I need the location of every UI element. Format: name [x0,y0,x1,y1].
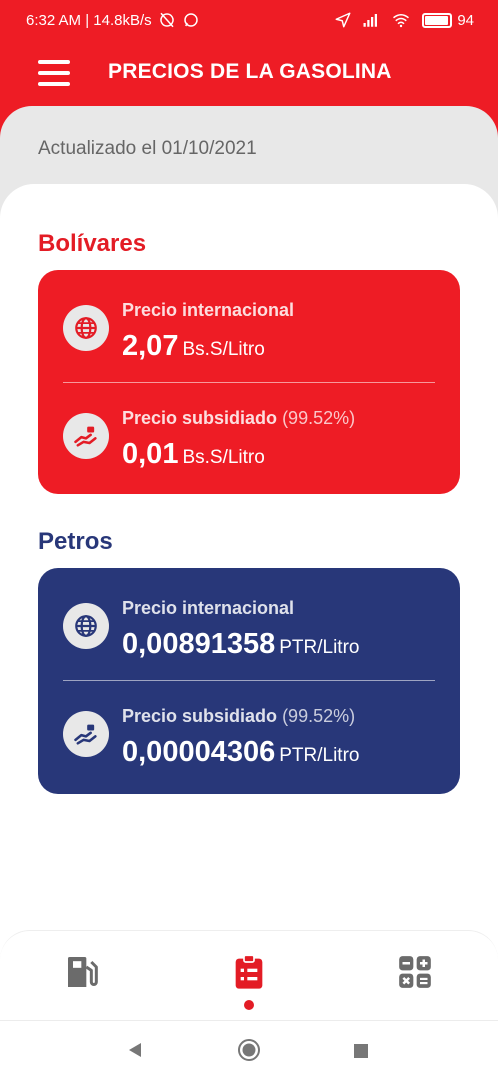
hand-money-icon [63,413,109,459]
location-arrow-icon [335,12,351,28]
globe-icon [63,305,109,351]
status-bar: 6:32 AM | 14.8kB/s 94 [0,0,498,40]
row-value: 2,07 Bs.S/Litro [122,330,265,363]
alarm-off-icon [159,12,174,28]
divider [63,680,435,681]
hamburger-menu-icon[interactable] [38,58,70,88]
row-precio-subsidiado-bs: Precio subsidiado (99.52%) 0,01 Bs.S/Litr… [38,386,460,486]
battery-percent: 94 [457,11,474,29]
back-icon[interactable] [126,1041,144,1059]
wifi-icon [393,14,410,28]
row-label: Precio internacional [122,300,294,321]
whatsapp-icon [183,13,198,27]
bottom-navigation [0,930,498,1020]
app-title: PRECIOS DE LA GASOLINA [108,60,392,83]
label-text: Precio subsidiado [122,408,278,428]
price-value: 0,01 [122,438,179,470]
label-text: Precio internacional [122,300,295,320]
nav-prices-list[interactable] [226,951,272,993]
row-value: 0,00004306 PTR/Litro [122,736,359,769]
divider [63,382,435,383]
section-title-petros: Petros [38,528,113,555]
price-value: 0,00004306 [122,736,276,768]
battery-icon [422,12,453,28]
price-unit: PTR/Litro [279,637,360,658]
status-right: 94 [334,11,474,29]
label-text: Precio subsidiado [122,706,278,726]
card-bolivares: Precio internacional 2,07 Bs.S/Litro Prec… [38,270,460,494]
row-value: 0,00891358 PTR/Litro [122,628,359,661]
row-precio-internacional-bs: Precio internacional 2,07 Bs.S/Litro [38,278,460,378]
nav-calculator[interactable] [392,951,438,993]
row-label: Precio subsidiado (99.52%) [122,706,355,727]
price-value: 2,07 [122,330,179,362]
signal-icon [363,14,378,27]
row-precio-subsidiado-ptr: Precio subsidiado (99.52%) 0,00004306 PTR… [38,684,460,784]
nav-fuel-pump[interactable] [60,951,106,993]
home-icon[interactable] [237,1038,261,1062]
calculator-icon [399,956,431,988]
label-text: Precio internacional [122,598,295,618]
price-unit: Bs.S/Litro [182,447,265,468]
globe-icon [63,603,109,649]
fuel-pump-icon [68,957,98,987]
recents-icon[interactable] [353,1043,369,1059]
section-title-bolivares: Bolívares [38,230,147,257]
battery-indicator: 94 [422,12,474,29]
card-petros: Precio internacional 0,00891358 PTR/Litro… [38,568,460,794]
clipboard-list-icon [235,954,263,989]
hand-money-icon [63,711,109,757]
active-indicator-dot [244,1000,254,1010]
price-unit: PTR/Litro [279,745,360,766]
updated-date-text: Actualizado el 01/10/2021 [38,138,257,159]
price-unit: Bs.S/Litro [182,339,265,360]
row-precio-internacional-ptr: Precio internacional 0,00891358 PTR/Litro [38,576,460,676]
row-label: Precio subsidiado (99.52%) [122,408,355,429]
price-value: 0,00891358 [122,628,276,660]
subsidy-percent: (99.52%) [282,408,356,428]
row-label: Precio internacional [122,598,294,619]
status-left: 6:32 AM | 14.8kB/s [26,11,200,29]
subsidy-percent: (99.52%) [282,706,356,726]
system-navigation-bar [0,1020,498,1080]
row-value: 0,01 Bs.S/Litro [122,438,265,471]
status-time-speed: 6:32 AM | 14.8kB/s [26,11,152,29]
app-bar: PRECIOS DE LA GASOLINA [0,40,498,106]
battery-fill [425,15,448,25]
